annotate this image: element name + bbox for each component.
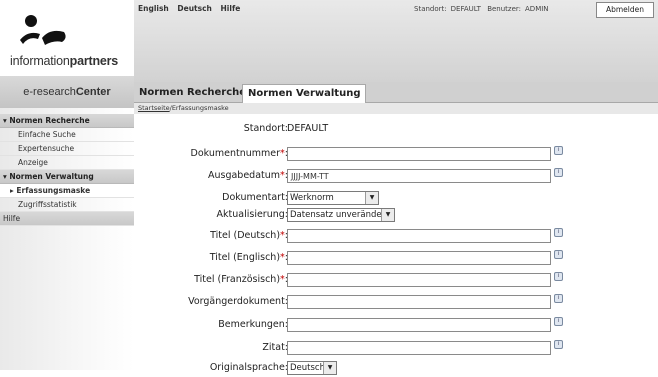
chevron-down-icon: ▼ xyxy=(365,192,378,204)
originalsprache-label: Originalsprache: xyxy=(209,362,288,373)
logo-text: informationpartners xyxy=(10,54,119,68)
row-aktualisierung: Aktualisierung: Datensatz unverändert ▼ xyxy=(134,206,658,224)
nav-item-hilfe[interactable]: Hilfe xyxy=(0,212,134,226)
ausgabedatum-label: Ausgabedatum*: xyxy=(207,170,288,181)
row-bemerkungen: Bemerkungen: i xyxy=(134,316,658,334)
top-bar: English Deutsch Hilfe Standort: DEFAULT B… xyxy=(134,0,658,82)
bemerkungen-input[interactable] xyxy=(287,318,551,332)
titel-deutsch-label: Titel (Deutsch)*: xyxy=(210,230,288,241)
dokumentart-label: Dokumentart: xyxy=(222,192,288,203)
info-icon[interactable]: i xyxy=(554,146,563,155)
lang-deutsch-link[interactable]: Deutsch xyxy=(177,4,212,13)
vorgaengerdokument-label: Vorgängerdokument: xyxy=(188,296,288,307)
info-icon[interactable]: i xyxy=(554,168,563,177)
language-links: English Deutsch Hilfe xyxy=(138,4,244,13)
tab-bar: Normen Recherche Normen Verwaltung xyxy=(134,82,658,103)
nav-item-anzeige[interactable]: Anzeige xyxy=(0,156,134,170)
standort-form-label: Standort: xyxy=(243,123,288,134)
aktualisierung-label: Aktualisierung: xyxy=(216,209,288,220)
lang-english-link[interactable]: English xyxy=(138,4,169,13)
dokumentnummer-label: Dokumentnummer*: xyxy=(190,148,288,159)
bemerkungen-label: Bemerkungen: xyxy=(218,319,288,330)
row-titel-deutsch: Titel (Deutsch)*: i xyxy=(134,227,658,245)
dokumentart-select[interactable]: Werknorm ▼ xyxy=(287,191,379,205)
vorgaengerdokument-input[interactable] xyxy=(287,295,551,309)
breadcrumb: Startseite/Erfassungsmaske xyxy=(134,103,658,114)
nav-item-expertensuche[interactable]: Expertensuche xyxy=(0,142,134,156)
info-icon[interactable]: i xyxy=(554,228,563,237)
help-link[interactable]: Hilfe xyxy=(221,4,241,13)
standort-value: DEFAULT xyxy=(450,5,481,13)
sidebar: informationpartners e-researchCenter ▾ N… xyxy=(0,0,134,370)
tab-normen-recherche[interactable]: Normen Recherche xyxy=(134,84,251,102)
aktualisierung-select[interactable]: Datensatz unverändert ▼ xyxy=(287,208,395,222)
info-icon[interactable]: i xyxy=(554,250,563,259)
chevron-down-icon: ▼ xyxy=(323,362,336,374)
benutzer-label: Benutzer: xyxy=(487,5,522,13)
nav-item-einfache-suche[interactable]: Einfache Suche xyxy=(0,128,134,142)
zitat-label: Zitat: xyxy=(262,342,288,353)
row-ausgabedatum: Ausgabedatum*: JJJJ-MM-TT i xyxy=(134,167,658,185)
benutzer-value: ADMIN xyxy=(525,5,549,13)
info-icon[interactable]: i xyxy=(554,317,563,326)
breadcrumb-home-link[interactable]: Startseite xyxy=(138,104,170,112)
e-research-center-header: e-researchCenter xyxy=(0,76,134,108)
session-status: Standort: DEFAULT Benutzer: ADMIN xyxy=(414,5,553,13)
row-standort: Standort: DEFAULT xyxy=(134,120,658,138)
row-dokumentnummer: Dokumentnummer*: i xyxy=(134,145,658,163)
info-icon[interactable]: i xyxy=(554,340,563,349)
standort-label: Standort: xyxy=(414,5,447,13)
logo[interactable]: informationpartners xyxy=(0,0,134,77)
nav-item-erfassungsmaske[interactable]: ▸ Erfassungsmaske xyxy=(0,184,134,198)
titel-deutsch-input[interactable] xyxy=(287,229,551,243)
nav-section-normen-verwaltung[interactable]: ▾ Normen Verwaltung xyxy=(0,170,134,184)
chevron-down-icon: ▼ xyxy=(381,209,394,221)
logout-button[interactable]: Abmelden xyxy=(596,2,654,18)
tab-normen-verwaltung[interactable]: Normen Verwaltung xyxy=(242,84,367,103)
nav-section-normen-recherche[interactable]: ▾ Normen Recherche xyxy=(0,114,134,128)
row-zitat: Zitat: i xyxy=(134,339,658,357)
ausgabedatum-input[interactable]: JJJJ-MM-TT xyxy=(287,169,551,183)
titel-englisch-label: Titel (Englisch)*: xyxy=(209,252,288,263)
nav-item-zugriffsstatistik[interactable]: Zugriffsstatistik xyxy=(0,198,134,212)
info-icon[interactable]: i xyxy=(554,272,563,281)
row-vorgaengerdokument: Vorgängerdokument: i xyxy=(134,293,658,311)
info-icon[interactable]: i xyxy=(554,294,563,303)
zitat-input[interactable] xyxy=(287,341,551,355)
titel-franzoesisch-label: Titel (Französisch)*: xyxy=(194,274,288,285)
originalsprache-select[interactable]: Deutsch ▼ xyxy=(287,361,337,375)
standort-form-value: DEFAULT xyxy=(287,123,329,134)
row-originalsprache: Originalsprache: Deutsch ▼ xyxy=(134,359,658,377)
titel-englisch-input[interactable] xyxy=(287,251,551,265)
row-dokumentart: Dokumentart: Werknorm ▼ xyxy=(134,189,658,207)
row-titel-englisch: Titel (Englisch)*: i xyxy=(134,249,658,267)
dokumentnummer-input[interactable] xyxy=(287,147,551,161)
row-titel-franzoesisch: Titel (Französisch)*: i xyxy=(134,271,658,289)
sidebar-nav: ▾ Normen Recherche Einfache Suche Expert… xyxy=(0,114,134,226)
titel-franzoesisch-input[interactable] xyxy=(287,273,551,287)
breadcrumb-current: /Erfassungsmaske xyxy=(169,104,229,112)
logo-icon xyxy=(20,15,66,45)
